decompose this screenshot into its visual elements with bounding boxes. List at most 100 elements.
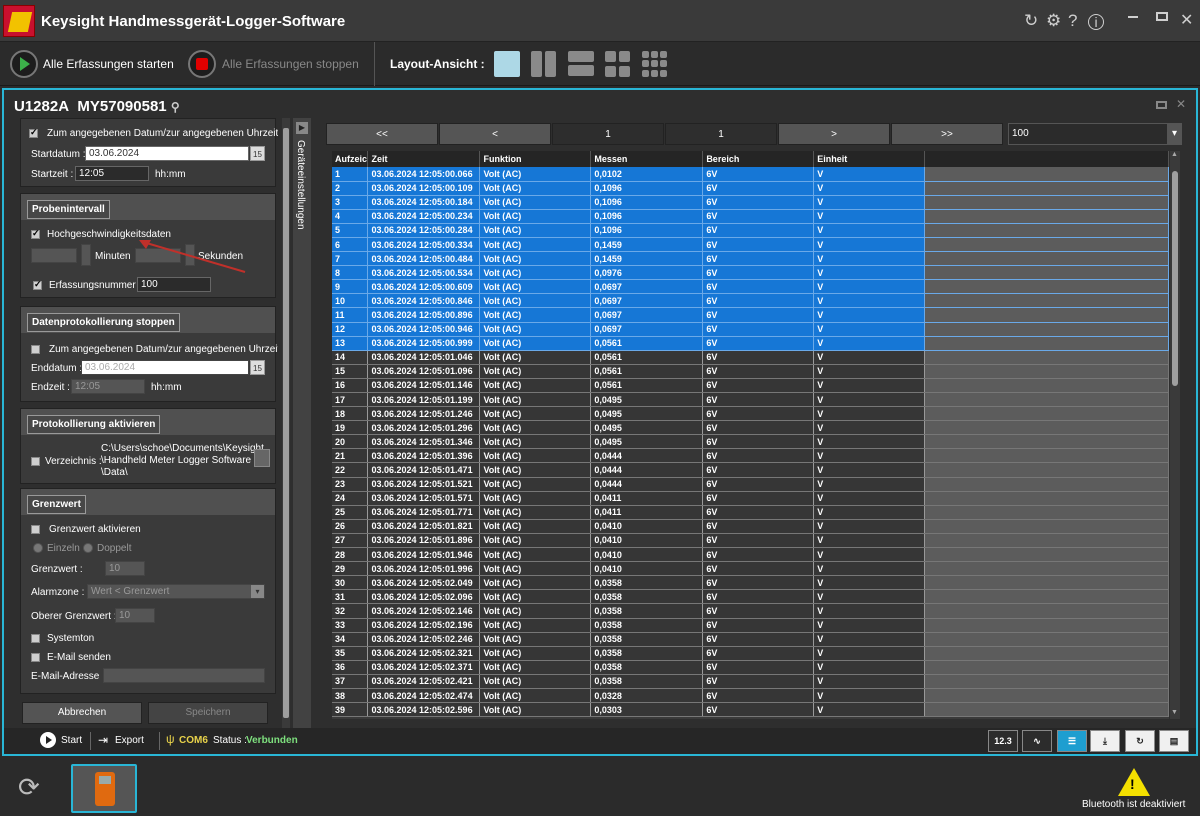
search-icon[interactable]: ⚲ xyxy=(171,100,180,114)
alarm-zone-select[interactable]: Wert < Grenzwert xyxy=(87,584,265,599)
interval-button[interactable]: Probenintervall xyxy=(27,200,110,219)
end-time-input[interactable]: 12:05 xyxy=(71,379,145,394)
table-view-button[interactable]: ☰ xyxy=(1057,730,1087,752)
table-row[interactable]: 5 03.06.2024 12:05:00.284 Volt (AC) 0,1096 6… xyxy=(332,223,1169,238)
scroll-up-icon[interactable]: ▲ xyxy=(1171,151,1178,158)
next-page-button[interactable]: > xyxy=(778,123,890,145)
table-row[interactable]: 25 03.06.2024 12:05:01.771 Volt (AC) 0,0411… xyxy=(332,505,1169,520)
table-row[interactable]: 8 03.06.2024 12:05:00.534 Volt (AC) 0,0976 6… xyxy=(332,265,1169,281)
table-row[interactable]: 29 03.06.2024 12:05:01.996 Volt (AC) 0,0410… xyxy=(332,561,1169,577)
panel-close-icon[interactable]: ✕ xyxy=(1176,97,1186,111)
table-row[interactable]: 16 03.06.2024 12:05:01.146 Volt (AC) 0,0561… xyxy=(332,378,1169,394)
layout-two-rows-button[interactable] xyxy=(568,51,594,77)
upper-limit-input[interactable]: 10 xyxy=(115,608,155,623)
table-row[interactable]: 27 03.06.2024 12:05:01.896 Volt (AC) 0,0410… xyxy=(332,533,1169,549)
device-thumbnail[interactable] xyxy=(71,764,137,813)
table-row[interactable]: 14 03.06.2024 12:05:01.046 Volt (AC) 0,0561… xyxy=(332,350,1169,365)
minutes-input[interactable] xyxy=(31,248,77,263)
table-row[interactable]: 32 03.06.2024 12:05:02.146 Volt (AC) 0,0358… xyxy=(332,603,1169,619)
table-row[interactable]: 10 03.06.2024 12:05:00.846 Volt (AC) 0,0697… xyxy=(332,293,1169,309)
stop-logging-button[interactable]: Datenprotokollierung stoppen xyxy=(27,313,180,332)
gear-icon[interactable]: ⚙ xyxy=(1046,12,1061,30)
layout-quad-button[interactable] xyxy=(605,51,631,77)
header-unit[interactable]: Einheit xyxy=(813,151,926,167)
layout-single-button[interactable] xyxy=(494,51,520,77)
table-row[interactable]: 7 03.06.2024 12:05:00.484 Volt (AC) 0,1459 6… xyxy=(332,251,1169,267)
capture-count-checkbox[interactable] xyxy=(33,279,42,290)
limit-value-input[interactable]: 10 xyxy=(105,561,145,576)
settings-scrollbar-thumb[interactable] xyxy=(283,128,289,718)
table-scrollbar-thumb[interactable] xyxy=(1172,171,1178,386)
table-row[interactable]: 11 03.06.2024 12:05:00.896 Volt (AC) 0,0697… xyxy=(332,307,1169,323)
limit-enable-checkbox[interactable] xyxy=(31,525,40,534)
save-button[interactable]: Speichern xyxy=(148,702,268,724)
minutes-stepper[interactable] xyxy=(81,244,91,266)
table-row[interactable]: 38 03.06.2024 12:05:02.474 Volt (AC) 0,0328… xyxy=(332,688,1169,704)
current-page-input[interactable]: 1 xyxy=(552,123,664,145)
header-time[interactable]: Zeit xyxy=(367,151,481,167)
close-icon[interactable]: ✕ xyxy=(1180,12,1193,30)
maximize-icon[interactable] xyxy=(1156,12,1168,21)
table-row[interactable]: 6 03.06.2024 12:05:00.334 Volt (AC) 0,1459 6… xyxy=(332,237,1169,253)
table-row[interactable]: 39 03.06.2024 12:05:02.596 Volt (AC) 0,0303… xyxy=(332,702,1169,718)
panel-restore-icon[interactable] xyxy=(1156,101,1167,109)
collapse-icon[interactable]: ▶ xyxy=(296,122,308,134)
minimize-icon[interactable] xyxy=(1128,16,1138,18)
browse-button[interactable] xyxy=(254,449,270,467)
header-measure[interactable]: Messen xyxy=(590,151,704,167)
help-icon[interactable]: ? xyxy=(1068,12,1077,30)
table-row[interactable]: 24 03.06.2024 12:05:01.571 Volt (AC) 0,0411… xyxy=(332,491,1169,506)
table-row[interactable]: 34 03.06.2024 12:05:02.246 Volt (AC) 0,0358… xyxy=(332,632,1169,647)
info-icon[interactable]: i xyxy=(1088,14,1104,30)
start-icon[interactable] xyxy=(40,732,56,748)
numeric-view-button[interactable]: 12.3 xyxy=(988,730,1018,752)
start-label[interactable]: Start xyxy=(61,735,82,746)
capture-count-input[interactable]: 100 xyxy=(137,277,211,292)
refresh-icon[interactable]: ↻ xyxy=(1024,12,1038,30)
start-all-label[interactable]: Alle Erfassungen starten xyxy=(43,57,174,71)
stop-all-button[interactable] xyxy=(188,50,216,78)
table-row[interactable]: 35 03.06.2024 12:05:02.321 Volt (AC) 0,0358… xyxy=(332,646,1169,661)
table-row[interactable]: 17 03.06.2024 12:05:01.199 Volt (AC) 0,0495… xyxy=(332,392,1169,408)
send-email-checkbox[interactable] xyxy=(31,653,40,662)
download-button[interactable]: ⤓ xyxy=(1090,730,1120,752)
start-date-input[interactable]: 03.06.2024 xyxy=(85,146,249,161)
table-row[interactable]: 19 03.06.2024 12:05:01.296 Volt (AC) 0,0495… xyxy=(332,420,1169,436)
table-row[interactable]: 30 03.06.2024 12:05:02.049 Volt (AC) 0,0358… xyxy=(332,575,1169,591)
email-address-input[interactable] xyxy=(103,668,265,683)
start-time-input[interactable]: 12:05 xyxy=(75,166,149,181)
chevron-down-icon[interactable]: ▾ xyxy=(251,585,264,598)
calendar-icon[interactable]: 15 xyxy=(250,146,265,161)
highspeed-checkbox[interactable] xyxy=(31,228,40,239)
end-calendar-icon[interactable]: 15 xyxy=(250,360,265,375)
report-button[interactable]: ▤ xyxy=(1159,730,1189,752)
table-row[interactable]: 3 03.06.2024 12:05:00.184 Volt (AC) 0,1096 6… xyxy=(332,195,1169,210)
table-row[interactable]: 4 03.06.2024 12:05:00.234 Volt (AC) 0,1096 6… xyxy=(332,209,1169,224)
device-settings-tab[interactable]: ▶ Geräteeinstellungen xyxy=(293,118,311,728)
end-date-input[interactable]: 03.06.2024 xyxy=(81,360,249,375)
table-row[interactable]: 13 03.06.2024 12:05:00.999 Volt (AC) 0,0561… xyxy=(332,336,1169,351)
table-row[interactable]: 1 03.06.2024 12:05:00.066 Volt (AC) 0,0102 6… xyxy=(332,167,1169,182)
table-row[interactable]: 37 03.06.2024 12:05:02.421 Volt (AC) 0,0358… xyxy=(332,674,1169,689)
stop-all-label[interactable]: Alle Erfassungen stoppen xyxy=(222,57,359,71)
prev-page-button[interactable]: < xyxy=(439,123,551,145)
cancel-button[interactable]: Abbrechen xyxy=(22,702,142,724)
settings-scrollbar[interactable] xyxy=(282,118,290,728)
table-row[interactable]: 26 03.06.2024 12:05:01.821 Volt (AC) 0,0410… xyxy=(332,519,1169,534)
single-radio[interactable] xyxy=(33,543,43,553)
refresh-view-button[interactable]: ↻ xyxy=(1125,730,1155,752)
table-row[interactable]: 36 03.06.2024 12:05:02.371 Volt (AC) 0,0358… xyxy=(332,660,1169,675)
layout-two-columns-button[interactable] xyxy=(531,51,557,77)
system-tone-checkbox[interactable] xyxy=(31,634,40,643)
table-row[interactable]: 23 03.06.2024 12:05:01.521 Volt (AC) 0,0444… xyxy=(332,477,1169,492)
limit-button[interactable]: Grenzwert xyxy=(27,495,86,514)
table-row[interactable]: 31 03.06.2024 12:05:02.096 Volt (AC) 0,0358… xyxy=(332,589,1169,605)
header-record[interactable]: Aufzeic xyxy=(332,151,369,167)
table-row[interactable]: 21 03.06.2024 12:05:01.396 Volt (AC) 0,0444… xyxy=(332,448,1169,464)
export-label[interactable]: Export xyxy=(115,735,144,746)
table-row[interactable]: 28 03.06.2024 12:05:01.946 Volt (AC) 0,0410… xyxy=(332,547,1169,563)
start-at-datetime-checkbox[interactable] xyxy=(29,127,38,138)
table-row[interactable]: 15 03.06.2024 12:05:01.096 Volt (AC) 0,0561… xyxy=(332,364,1169,379)
last-page-button[interactable]: >> xyxy=(891,123,1003,145)
page-size-select[interactable]: 100 xyxy=(1008,123,1168,145)
